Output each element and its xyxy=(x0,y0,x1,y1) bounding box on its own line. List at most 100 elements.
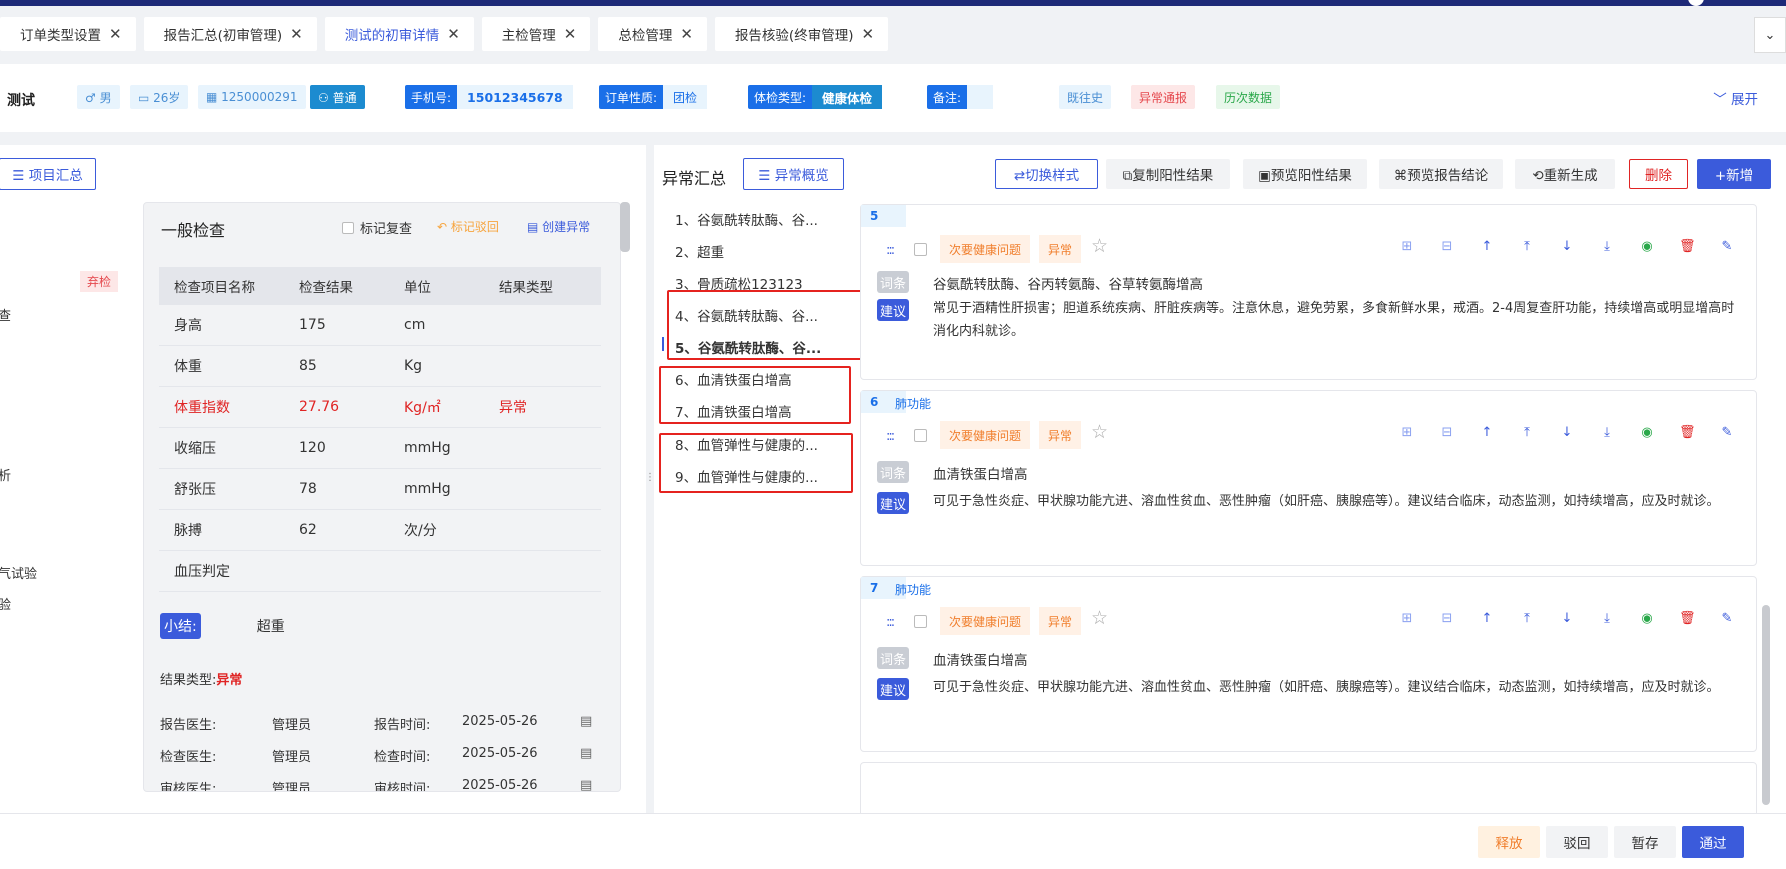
trash-icon[interactable]: 🗑 xyxy=(1679,611,1696,626)
save-draft-button[interactable]: 暂存 xyxy=(1614,826,1676,858)
side-item[interactable]: 验 xyxy=(0,594,11,613)
project-summary-button[interactable]: ☰ 项目汇总 xyxy=(0,158,96,190)
edit-icon[interactable]: ✎ xyxy=(1719,611,1735,626)
merge-icon[interactable]: ⊞ xyxy=(1399,425,1415,440)
move-down-icon[interactable]: ↓ xyxy=(1559,239,1575,254)
suggestion-tag: 建议 xyxy=(877,492,909,514)
close-icon[interactable]: ✕ xyxy=(447,25,460,43)
checkbox-icon[interactable] xyxy=(342,221,354,234)
mark-return-button[interactable]: ↶ 标记驳回 xyxy=(437,218,499,235)
minor-issue-tag[interactable]: 次要健康问题 xyxy=(940,607,1031,635)
tab-report-summary[interactable]: 报告汇总(初审管理) ✕ xyxy=(143,17,317,51)
tab-main-check[interactable]: 主检管理 ✕ xyxy=(481,17,591,51)
note-label: 备注: xyxy=(927,85,968,109)
abnormal-tag[interactable]: 异常 xyxy=(1039,421,1082,449)
edit-icon[interactable]: ✎ xyxy=(1719,425,1735,440)
tab-order-type[interactable]: 订单类型设置 ✕ xyxy=(0,17,136,51)
close-icon[interactable]: ✕ xyxy=(109,25,122,43)
trash-icon[interactable]: 🗑 xyxy=(1679,239,1696,254)
result-type-label: 结果类型: xyxy=(160,673,217,688)
move-down-icon[interactable]: ↓ xyxy=(1559,611,1575,626)
release-button[interactable]: 释放 xyxy=(1478,826,1540,858)
move-down-icon[interactable]: ↓ xyxy=(1559,425,1575,440)
preview-positive-button[interactable]: ▣预览阳性结果 xyxy=(1243,159,1367,189)
chevron-down-icon[interactable]: ⌄ xyxy=(1754,17,1786,53)
close-icon[interactable]: ✕ xyxy=(290,25,303,43)
preview-conclusion-button[interactable]: ⌘预览报告结论 xyxy=(1379,159,1503,189)
trash-icon[interactable]: 🗑 xyxy=(1679,425,1696,440)
col-header: 结果类型 xyxy=(499,280,553,296)
expand-button[interactable]: ﹀ 展开 xyxy=(1713,88,1758,108)
past-data-button[interactable]: 历次数据 xyxy=(1216,85,1281,109)
card-checkbox[interactable] xyxy=(914,429,927,442)
move-up-icon[interactable]: ↑ xyxy=(1479,425,1495,440)
term-tag: 词条 xyxy=(877,271,909,293)
card-checkbox[interactable] xyxy=(914,243,927,256)
create-abnormal-button[interactable]: ▤ 创建异常 xyxy=(527,218,590,235)
drag-handle-icon[interactable]: ::: xyxy=(886,615,895,630)
abnormal-tag[interactable]: 异常 xyxy=(1039,235,1082,263)
move-top-icon[interactable]: ⤒ xyxy=(1519,239,1535,254)
move-top-icon[interactable]: ⤒ xyxy=(1519,425,1535,440)
table-header: 检查项目名称 检查结果 单位 结果类型 xyxy=(159,267,601,305)
bottom-action-bar: 释放 驳回 暂存 通过 xyxy=(0,813,1786,869)
edit-icon[interactable]: ✎ xyxy=(1719,239,1735,254)
minor-issue-tag[interactable]: 次要健康问题 xyxy=(940,235,1031,263)
abnormal-list-item[interactable]: 1、谷氨酰转肽酶、谷... xyxy=(675,209,818,229)
move-up-icon[interactable]: ↑ xyxy=(1479,239,1495,254)
switch-style-button[interactable]: ⇄切换样式 xyxy=(995,159,1098,189)
left-scrollbar[interactable] xyxy=(620,202,630,252)
move-up-icon[interactable]: ↑ xyxy=(1479,611,1495,626)
meta-row: 检查医生: 管理员 检查时间: 2025-05-26 ▤ xyxy=(160,746,600,765)
side-item[interactable]: 查 xyxy=(0,305,11,324)
abnormal-overview-button[interactable]: ☰ 异常概览 xyxy=(743,158,844,190)
tab-total-check[interactable]: 总检管理 ✕ xyxy=(598,17,707,51)
split-icon[interactable]: ⊟ xyxy=(1439,611,1455,626)
drag-handle-icon[interactable]: ::: xyxy=(886,429,895,444)
merge-icon[interactable]: ⊞ xyxy=(1399,611,1415,626)
move-bottom-icon[interactable]: ⤓ xyxy=(1599,611,1615,626)
delete-button[interactable]: 删除 xyxy=(1629,159,1688,189)
eye-icon[interactable]: ◉ xyxy=(1639,611,1655,626)
mark-recheck-checkbox[interactable]: 标记复查 xyxy=(342,218,412,237)
move-bottom-icon[interactable]: ⤓ xyxy=(1599,425,1615,440)
side-item[interactable]: 析 xyxy=(0,465,11,484)
abnormal-report-button[interactable]: 异常通报 xyxy=(1131,85,1196,109)
star-icon[interactable]: ☆ xyxy=(1091,607,1108,629)
reject-button[interactable]: 驳回 xyxy=(1546,826,1608,858)
abnormal-list-item[interactable]: 2、超重 xyxy=(675,241,724,261)
history-button[interactable]: 既往史 xyxy=(1059,85,1112,109)
pass-button[interactable]: 通过 xyxy=(1682,826,1744,858)
move-top-icon[interactable]: ⤒ xyxy=(1519,611,1535,626)
move-bottom-icon[interactable]: ⤓ xyxy=(1599,239,1615,254)
regenerate-button[interactable]: ⟲重新生成 xyxy=(1515,159,1615,189)
split-icon[interactable]: ⊟ xyxy=(1439,425,1455,440)
patient-info-bar: 测试 ♂ 男 ▭ 26岁 ▦ 1250000291 ⚇ 普通 手机号: 15012… xyxy=(0,64,1786,132)
abnormal-tag[interactable]: 异常 xyxy=(1039,607,1082,635)
eye-icon[interactable]: ◉ xyxy=(1639,425,1655,440)
eye-icon[interactable]: ◉ xyxy=(1639,239,1655,254)
star-icon[interactable]: ☆ xyxy=(1091,421,1108,443)
drag-handle-icon[interactable]: ::: xyxy=(886,243,895,258)
star-icon[interactable]: ☆ xyxy=(1091,235,1108,257)
merge-icon[interactable]: ⊞ xyxy=(1399,239,1415,254)
card-checkbox[interactable] xyxy=(914,615,927,628)
split-icon[interactable]: ⊟ xyxy=(1439,239,1455,254)
order-type-label: 订单性质: xyxy=(599,85,664,109)
patient-name: 测试 xyxy=(7,93,35,109)
side-item[interactable]: 气试验 xyxy=(0,563,37,582)
tab-initial-review-detail[interactable]: 测试的初审详情 ✕ xyxy=(324,17,474,51)
right-scrollbar[interactable] xyxy=(1762,605,1770,805)
calendar-icon[interactable]: ▤ xyxy=(580,714,600,733)
cell-unit: cm xyxy=(404,317,426,333)
minor-issue-tag[interactable]: 次要健康问题 xyxy=(940,421,1031,449)
close-icon[interactable]: ✕ xyxy=(680,25,693,43)
time-label: 检查时间: xyxy=(374,750,431,765)
copy-positive-button[interactable]: ⧉复制阳性结果 xyxy=(1106,159,1230,189)
add-button[interactable]: +新增 xyxy=(1697,159,1771,189)
calendar-icon[interactable]: ▤ xyxy=(580,746,600,765)
calendar-icon[interactable]: ▤ xyxy=(580,778,600,791)
close-icon[interactable]: ✕ xyxy=(861,25,874,43)
tab-report-verify[interactable]: 报告核验(终审管理) ✕ xyxy=(714,17,889,51)
close-icon[interactable]: ✕ xyxy=(564,25,577,43)
